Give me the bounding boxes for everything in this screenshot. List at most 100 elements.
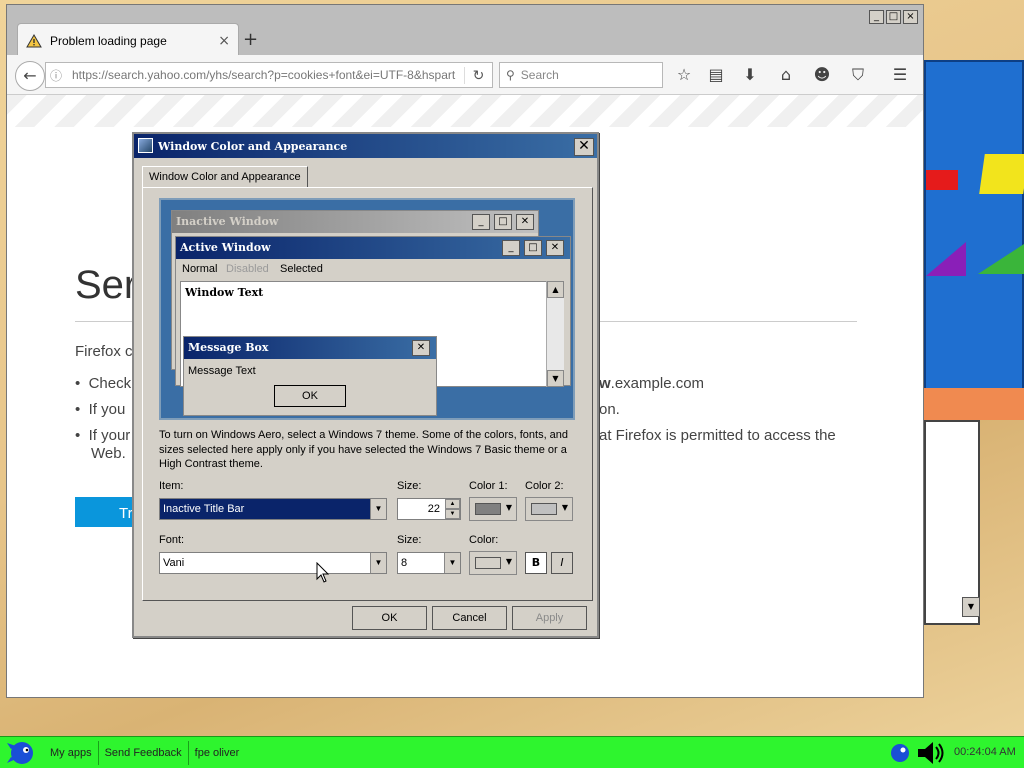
- taskbar-clock[interactable]: 00:24:04 AM: [954, 746, 1016, 758]
- tab-title: Problem loading page: [50, 33, 167, 48]
- cancel-button[interactable]: Cancel: [432, 606, 507, 630]
- search-placeholder: Search: [520, 68, 559, 82]
- inactive-minimize-icon: _: [472, 214, 490, 230]
- appearance-preview[interactable]: Inactive Window _ □ ✕ Active Window _ □ …: [159, 198, 575, 420]
- dialog-titlebar[interactable]: Window Color and Appearance: [134, 134, 597, 158]
- game-board: [924, 60, 1024, 390]
- font-size-arrow-icon[interactable]: ▼: [444, 553, 460, 573]
- color2-button[interactable]: ▼: [525, 497, 573, 521]
- minimize-button[interactable]: _: [869, 10, 884, 24]
- italic-button[interactable]: I: [551, 552, 573, 574]
- bullet-1-end: .example.com: [610, 375, 705, 392]
- maximize-button[interactable]: □: [886, 10, 901, 24]
- game-panel: ▼: [924, 420, 980, 625]
- spin-down-icon[interactable]: ▼: [445, 509, 460, 519]
- preview-message-box[interactable]: Message Box ✕ Message Text OK: [183, 336, 437, 416]
- tab-close-icon[interactable]: ×: [218, 33, 230, 49]
- reading-list-icon[interactable]: ▤: [705, 65, 727, 85]
- reload-icon[interactable]: ↻: [464, 66, 492, 84]
- try-again-button[interactable]: Tr: [75, 497, 135, 527]
- download-icon[interactable]: ⬇: [739, 65, 761, 85]
- apply-button[interactable]: Apply: [512, 606, 587, 630]
- color1-swatch: [475, 503, 501, 515]
- font-size-select[interactable]: 8 ▼: [397, 552, 461, 574]
- search-input[interactable]: ⚲ Search: [499, 62, 663, 88]
- msgbox-text[interactable]: Message Text: [188, 365, 256, 377]
- bookmark-star-icon[interactable]: ☆: [673, 65, 695, 85]
- appearance-dialog: Window Color and Appearance ✕ Window Col…: [132, 132, 599, 638]
- bullet-3-start: If your: [88, 427, 131, 444]
- window-text: Window Text: [185, 286, 264, 299]
- close-window-button[interactable]: ×: [903, 10, 918, 24]
- tab-window-color[interactable]: Window Color and Appearance: [142, 166, 308, 188]
- info-icon[interactable]: ⓘ: [46, 67, 66, 84]
- menu-selected[interactable]: Selected: [280, 263, 323, 275]
- item-select[interactable]: Inactive Title Bar ▼: [159, 498, 387, 520]
- dialog-close-button[interactable]: ✕: [574, 138, 594, 156]
- bold-button[interactable]: B: [525, 552, 547, 574]
- ok-button[interactable]: OK: [352, 606, 427, 630]
- taskbar-user[interactable]: fpe oliver: [189, 741, 246, 765]
- item-size-stepper[interactable]: 22 ▲ ▼: [397, 498, 461, 520]
- dialog-title: Window Color and Appearance: [158, 139, 348, 153]
- pocket-icon[interactable]: ⛉: [847, 65, 869, 85]
- item-dropdown-arrow-icon[interactable]: ▼: [370, 499, 386, 519]
- color2-swatch: [531, 503, 557, 515]
- taskbar-my-apps[interactable]: My apps: [44, 740, 99, 765]
- item-label: Item:: [159, 480, 184, 492]
- taskbar: My apps Send Feedback fpe oliver: [0, 736, 1024, 768]
- error-bullet-3: • If your: [75, 427, 131, 444]
- search-icon: ⚲: [506, 68, 515, 82]
- font-size-value: 8: [401, 557, 408, 569]
- taskbar-send-feedback[interactable]: Send Feedback: [99, 740, 189, 765]
- msgbox-ok-button[interactable]: OK: [274, 385, 346, 407]
- home-icon[interactable]: ⌂: [775, 65, 797, 85]
- error-bullet-1: • Check: [75, 375, 132, 392]
- bullet-2-start: If you: [88, 401, 126, 418]
- msgbox-titlebar[interactable]: Message Box: [184, 337, 436, 359]
- color1-label: Color 1:: [469, 480, 508, 492]
- preview-scrollbar[interactable]: ▲ ▼: [546, 281, 564, 387]
- font-label: Font:: [159, 534, 185, 546]
- color1-arrow-icon: ▼: [505, 503, 512, 512]
- warning-icon: [26, 33, 42, 47]
- font-value: Vani: [163, 557, 185, 569]
- scroll-up-icon[interactable]: ▲: [547, 281, 564, 298]
- font-dropdown-arrow-icon[interactable]: ▼: [370, 553, 386, 573]
- color1-button[interactable]: ▼: [469, 497, 517, 521]
- new-tab-button[interactable]: +: [243, 29, 258, 50]
- font-select[interactable]: Vani ▼: [159, 552, 387, 574]
- game-frame: [924, 388, 1024, 420]
- appearance-icon: [138, 138, 153, 153]
- font-size-label: Size:: [397, 534, 422, 546]
- panel-dropdown-arrow[interactable]: ▼: [962, 597, 980, 617]
- nav-bar: ← ⓘ https://search.yahoo.com/yhs/search?…: [7, 55, 923, 95]
- item-size-label: Size:: [397, 480, 422, 492]
- scroll-down-icon[interactable]: ▼: [547, 370, 564, 387]
- inactive-maximize-icon: □: [494, 214, 512, 230]
- error-stripe: [7, 95, 923, 127]
- error-intro: Firefox c: [75, 343, 133, 360]
- error-bullet-1-end: w.example.com: [599, 375, 704, 392]
- active-close-icon: ✕: [546, 240, 564, 256]
- start-hedgehog-icon[interactable]: [0, 738, 44, 768]
- tray-hedgehog-icon[interactable]: [888, 740, 912, 766]
- menu-icon[interactable]: ☰: [889, 65, 911, 85]
- inactive-close-icon: ✕: [516, 214, 534, 230]
- color2-label: Color 2:: [525, 480, 564, 492]
- bullet-3-end: at Firefox is permitted to access the: [599, 427, 836, 444]
- spin-up-icon[interactable]: ▲: [445, 499, 460, 509]
- red-block: [926, 170, 958, 190]
- msgbox-close-icon: ✕: [412, 340, 430, 356]
- url-bar[interactable]: ⓘ https://search.yahoo.com/yhs/search?p=…: [45, 62, 493, 88]
- menu-disabled[interactable]: Disabled: [226, 263, 269, 275]
- item-value: Inactive Title Bar: [163, 503, 245, 515]
- speaker-icon[interactable]: [916, 740, 948, 766]
- error-title: Ser: [75, 263, 138, 307]
- font-color-button[interactable]: ▼: [469, 551, 517, 575]
- back-button[interactable]: ←: [15, 61, 45, 91]
- tab-problem-loading[interactable]: Problem loading page ×: [17, 23, 239, 57]
- bullet-2-end: on.: [599, 401, 620, 418]
- menu-normal[interactable]: Normal: [182, 263, 217, 275]
- chat-icon[interactable]: ☻: [811, 65, 833, 85]
